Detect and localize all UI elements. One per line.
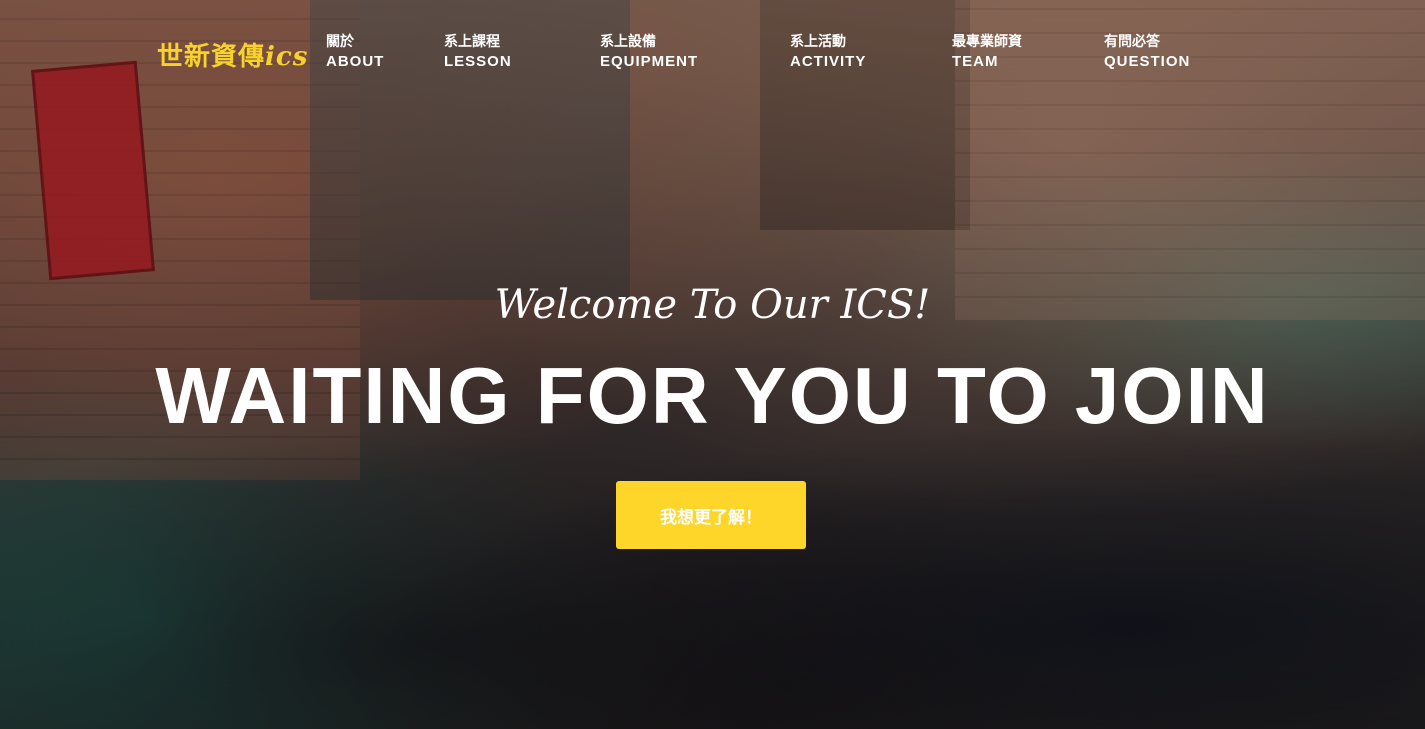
hero-section: 世新資傳ics 關於 ABOUT 系上課程 LESSON 系上設備 EQUIPM… <box>0 0 1425 729</box>
nav-item-en-label: ABOUT <box>326 53 385 70</box>
logo-text: 世新資傳 <box>157 42 266 72</box>
nav-item-en-label: EQUIPMENT <box>600 53 699 70</box>
nav-item-zh-label: 系上活動 <box>790 34 846 50</box>
nav-item-lesson[interactable]: 系上課程 LESSON <box>444 32 512 72</box>
learn-more-button[interactable]: 我想更了解！ <box>616 481 806 549</box>
logo-suffix: ics <box>265 42 309 72</box>
nav-item-equipment[interactable]: 系上設備 EQUIPMENT <box>600 32 698 72</box>
hero-welcome-text: Welcome To Our ICS! <box>494 282 931 328</box>
nav-item-zh-label: 系上設備 <box>600 34 656 50</box>
nav-item-en-label: TEAM <box>952 53 999 70</box>
nav-item-en-label: QUESTION <box>1104 53 1191 70</box>
hero-headline: WAITING FOR YOU TO JOIN <box>155 351 1270 440</box>
nav-item-about[interactable]: 關於 ABOUT <box>326 32 384 72</box>
site-logo[interactable]: 世新資傳ics <box>157 36 308 73</box>
nav-item-zh-label: 最專業師資 <box>952 34 1022 50</box>
nav-item-zh-label: 有問必答 <box>1104 34 1160 50</box>
nav-item-zh-label: 關於 <box>326 34 354 50</box>
nav-item-question[interactable]: 有問必答 QUESTION <box>1104 32 1190 72</box>
nav-item-en-label: ACTIVITY <box>790 53 867 70</box>
nav-item-zh-label: 系上課程 <box>444 34 500 50</box>
nav-item-en-label: LESSON <box>444 53 512 70</box>
nav-item-activity[interactable]: 系上活動 ACTIVITY <box>790 32 866 72</box>
nav-item-team[interactable]: 最專業師資 TEAM <box>952 32 1022 72</box>
